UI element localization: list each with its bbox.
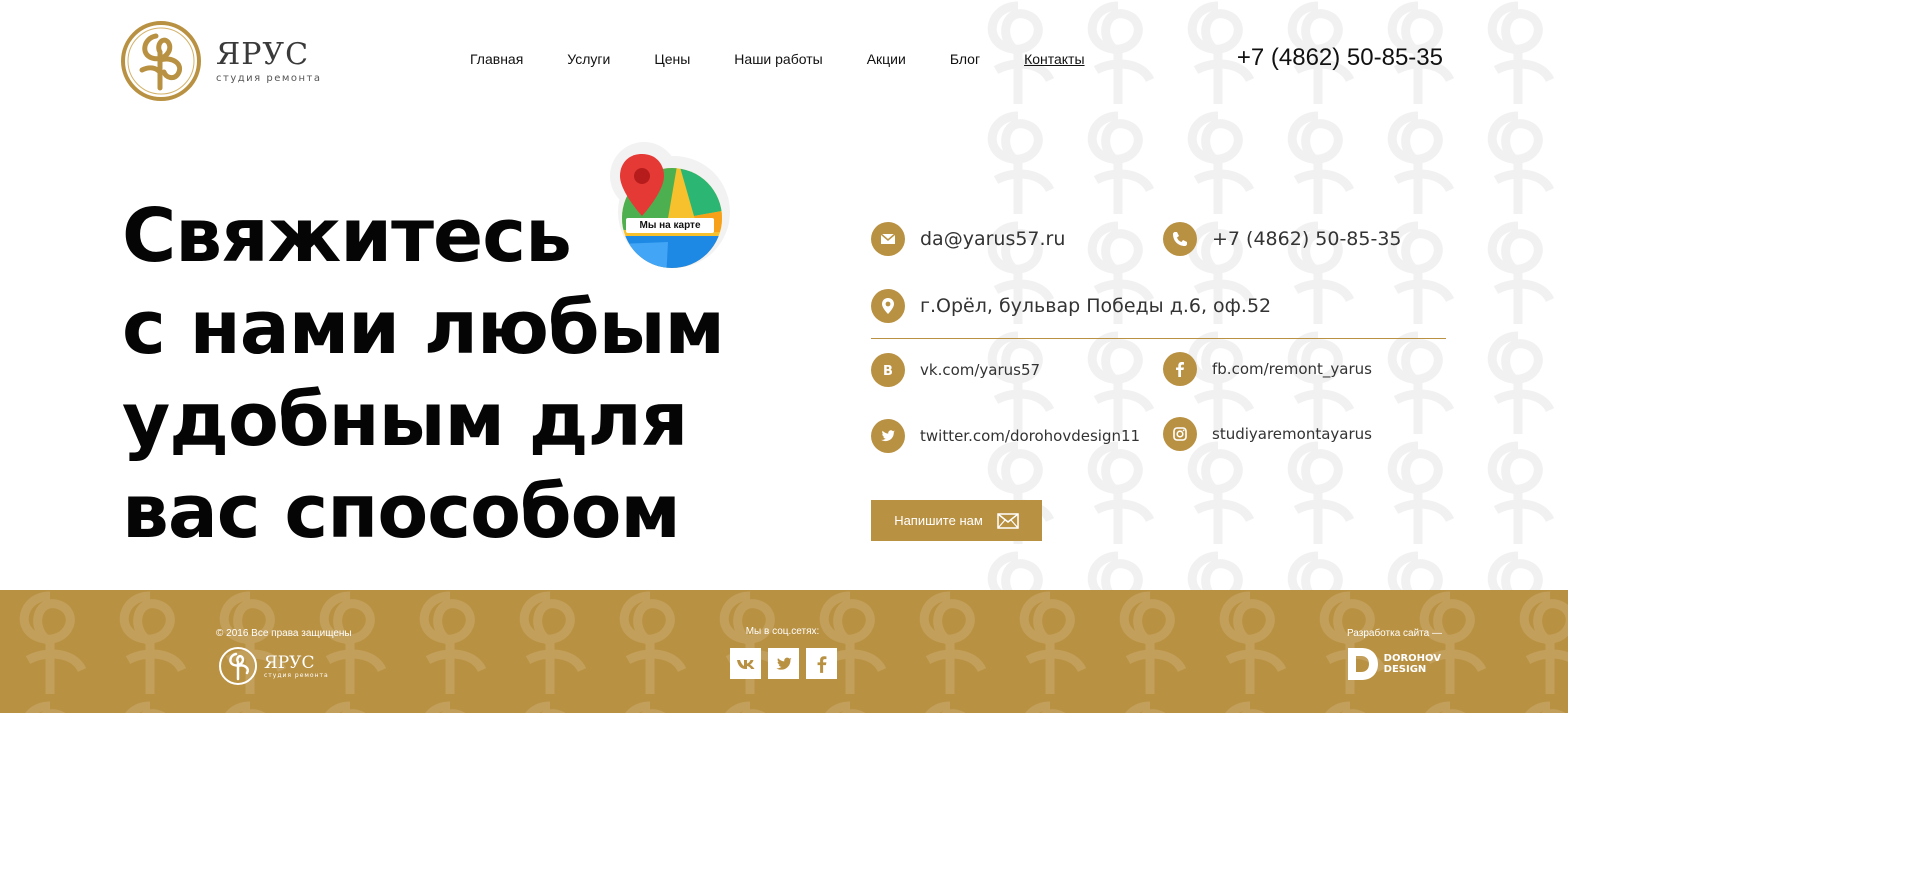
footer-twitter-button[interactable]	[768, 648, 799, 679]
write-us-label: Напишите нам	[894, 513, 983, 528]
footer-social-links	[730, 648, 844, 679]
header-phone[interactable]: +7 (4862) 50-85-35	[1237, 44, 1443, 72]
nav-item-works[interactable]: Наши работы	[734, 51, 822, 67]
footer-copyright: © 2016 Все права защищены	[216, 628, 352, 639]
developer-logo[interactable]: DOROHOV DESIGN	[1347, 648, 1441, 680]
facebook-icon	[1163, 352, 1197, 386]
contact-phone[interactable]: +7 (4862) 50-85-35	[1163, 222, 1402, 256]
contact-facebook[interactable]: fb.com/remont_yarus	[1163, 352, 1372, 386]
footer-brand-logo-icon	[219, 647, 257, 685]
brand-logo-icon	[121, 21, 201, 101]
footer-developer-label: Разработка сайта —	[1346, 628, 1442, 639]
map-badge-label: Мы на карте	[626, 218, 714, 233]
footer-brand-tagline: студия ремонта	[264, 671, 329, 679]
svg-text:B: B	[883, 364, 893, 379]
facebook-icon	[817, 655, 826, 673]
write-us-button[interactable]: Напишите нам	[871, 500, 1042, 541]
contact-facebook-text: fb.com/remont_yarus	[1212, 360, 1372, 378]
nav-item-prices[interactable]: Цены	[654, 51, 690, 67]
contact-email[interactable]: da@yarus57.ru	[871, 222, 1065, 256]
brand-name: ЯРУС	[216, 36, 310, 72]
footer-brand-name: ЯРУС	[264, 652, 315, 673]
envelope-icon	[997, 512, 1019, 529]
footer-social-title: Мы в соц.сетях:	[745, 626, 820, 637]
nav-item-promotions[interactable]: Акции	[867, 51, 906, 67]
contact-instagram[interactable]: studiyaremontayarus	[1163, 417, 1372, 451]
phone-icon	[1163, 222, 1197, 256]
nav-item-blog[interactable]: Блог	[950, 51, 980, 67]
contact-instagram-text: studiyaremontayarus	[1212, 425, 1372, 443]
contact-vk[interactable]: B vk.com/yarus57	[871, 353, 1040, 387]
title-line: удобным для	[122, 377, 688, 463]
vk-icon: B	[871, 353, 905, 387]
footer-facebook-button[interactable]	[806, 648, 837, 679]
twitter-icon	[775, 657, 792, 670]
contact-twitter[interactable]: twitter.com/dorohovdesign11	[871, 419, 1140, 453]
nav-item-home[interactable]: Главная	[470, 51, 523, 67]
developer-name-line2: DESIGN	[1383, 664, 1427, 675]
brand-tagline: студия ремонта	[216, 72, 322, 84]
contact-phone-text: +7 (4862) 50-85-35	[1212, 228, 1402, 250]
title-line: с нами любым	[122, 285, 725, 371]
developer-name-line1: DOROHOV	[1383, 653, 1441, 664]
footer-vk-button[interactable]	[730, 648, 761, 679]
contact-twitter-text: twitter.com/dorohovdesign11	[920, 427, 1141, 445]
contact-email-text: da@yarus57.ru	[920, 228, 1066, 250]
envelope-icon	[871, 222, 905, 256]
main-nav: Главная Услуги Цены Наши работы Акции Бл…	[470, 51, 1129, 67]
nav-item-services[interactable]: Услуги	[567, 51, 610, 67]
location-pin-icon	[871, 289, 905, 323]
title-line: вас способом	[122, 469, 681, 555]
contact-address[interactable]: г.Орёл, бульвар Победы д.6, оф.52	[871, 289, 1271, 323]
footer-brand-logo[interactable]: ЯРУС студия ремонта	[218, 646, 329, 686]
brand-logo[interactable]: ЯРУС студия ремонта	[120, 20, 322, 102]
map-icon	[610, 142, 730, 268]
contacts-divider	[871, 338, 1446, 339]
nav-item-contacts[interactable]: Контакты	[1024, 51, 1084, 67]
map-badge[interactable]: Мы на карте	[608, 140, 736, 270]
instagram-icon	[1163, 417, 1197, 451]
developer-logo-icon	[1347, 648, 1378, 680]
contact-address-text: г.Орёл, бульвар Победы д.6, оф.52	[920, 295, 1272, 317]
footer: © 2016 Все права защищены ЯРУС студия ре…	[0, 590, 1568, 713]
vk-icon	[736, 659, 754, 669]
twitter-icon	[871, 419, 905, 453]
contact-vk-text: vk.com/yarus57	[920, 361, 1041, 379]
